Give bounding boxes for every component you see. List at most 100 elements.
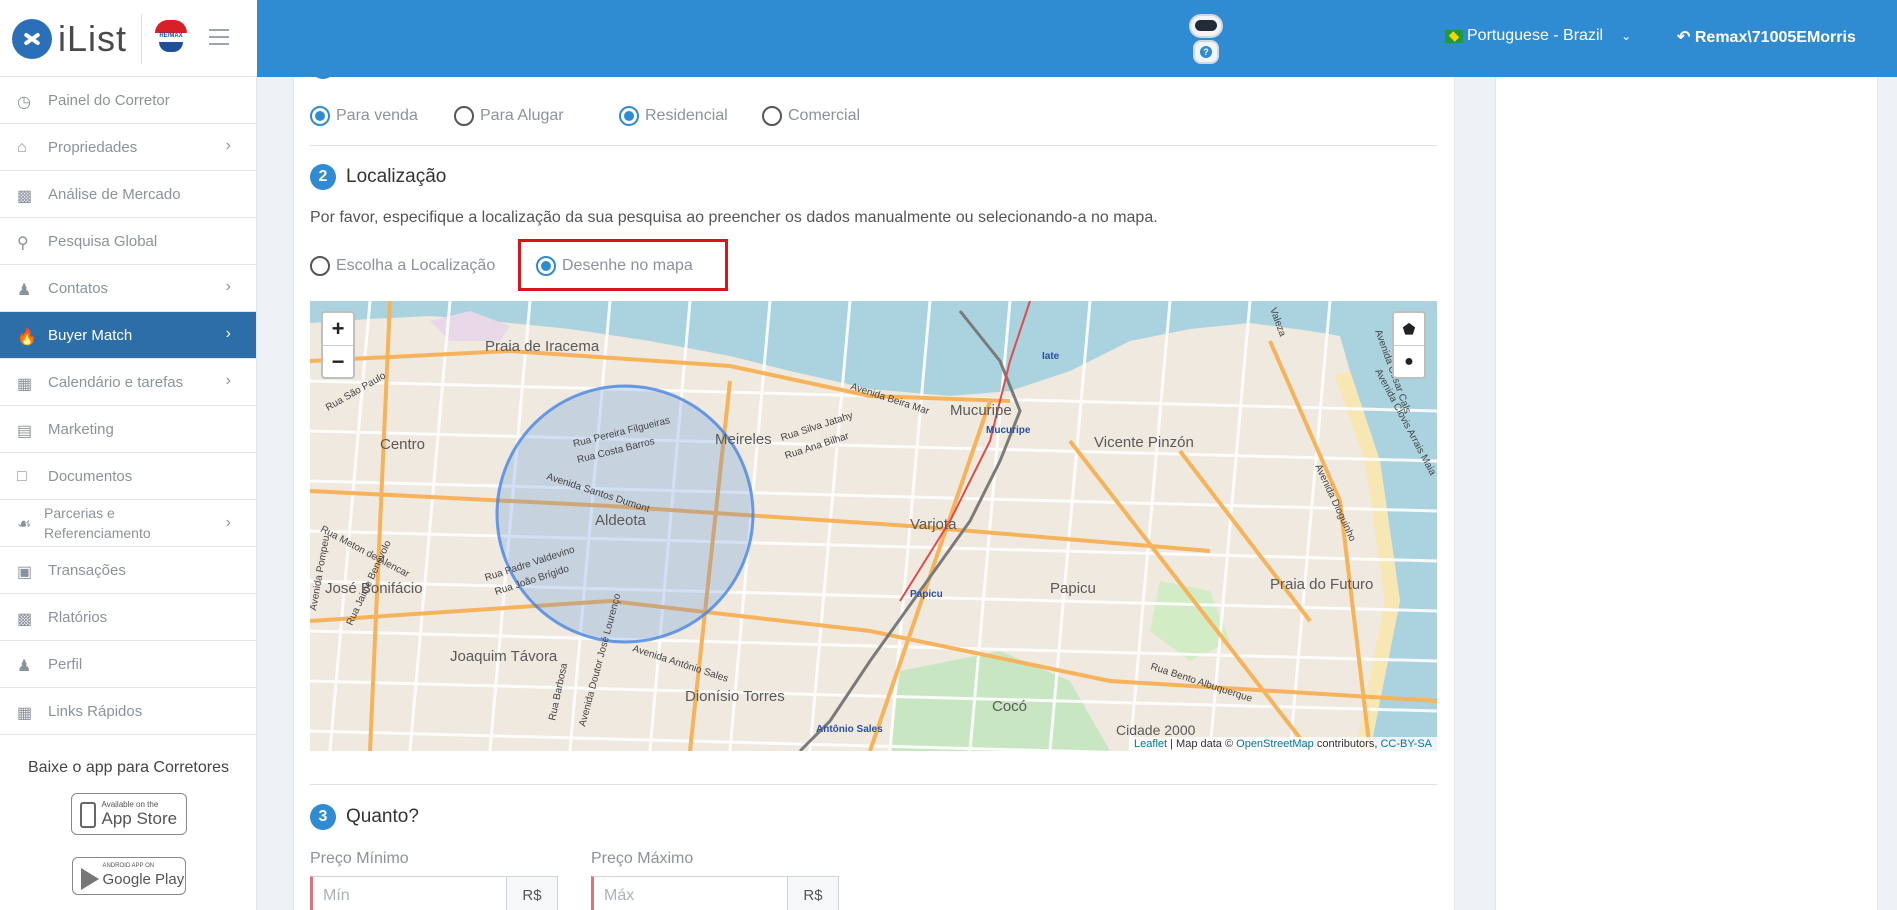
user-menu[interactable]: ↶ Remax\71005EMorris (1677, 27, 1856, 47)
ilist-logo-icon (12, 19, 52, 59)
sidebar-item-label: Rlatórios (48, 608, 108, 626)
chevron-right-icon: › (225, 278, 231, 295)
app-store-small-text: Available on the (101, 800, 159, 809)
leaflet-link[interactable]: Leaflet (1134, 738, 1167, 750)
map-label: Varjota (910, 516, 957, 533)
sidebar-item-documentos[interactable]: □ Documentos (0, 453, 256, 500)
max-price-input[interactable]: Máx (591, 876, 788, 910)
top-bar: iList RE/MAX ? Portuguese - Brazil ⌄ ↶ R… (0, 0, 1897, 77)
brazil-flag-icon (1445, 29, 1463, 43)
sidebar-item-parcerias-e-referenciamento[interactable]: ☙ Parcerias e Referenciamento › (0, 500, 256, 547)
sidebar-item-label: Perfil (48, 655, 83, 673)
filter-option-residencial[interactable]: Residencial (619, 106, 728, 126)
radio-label: Para venda (336, 107, 418, 124)
sidebar-item-painel-do-corretor[interactable]: ◷ Painel do Corretor (0, 77, 256, 124)
map-label: Iate (1042, 351, 1060, 362)
map[interactable]: Praia de Iracema Centro Meireles Mucuripe Vi… (310, 301, 1437, 751)
logo-area: iList RE/MAX (0, 0, 257, 77)
map-attribution: Leaflet | Map data © OpenStreetMap contr… (1129, 737, 1437, 751)
filter-option-comercial[interactable]: Comercial (762, 106, 860, 126)
radio-label: Para Alugar (480, 107, 564, 124)
min-currency-addon: R$ (506, 876, 558, 910)
return-arrow-icon: ↶ (1677, 29, 1691, 46)
radio-label: Residencial (645, 107, 728, 124)
sidebar-item-propriedades[interactable]: ⌂ Propriedades › (0, 124, 256, 171)
osm-link[interactable]: OpenStreetMap (1236, 738, 1314, 750)
map-label: Praia do Futuro (1270, 576, 1373, 593)
map-label: Avenida Dioguinho (1312, 463, 1358, 544)
map-label: Praia de Iracema (485, 338, 600, 355)
draw-controls: ⬟ ● (1392, 311, 1426, 379)
google-play-badge[interactable]: ANDROID APP ON Google Play (71, 857, 186, 895)
book-icon: ▤ (17, 423, 33, 440)
dashboard-icon: ◷ (17, 94, 31, 111)
sidebar: ◷ Painel do Corretor ⌂ Propriedades › ▩ Anális… (0, 77, 257, 910)
assistant-robot-icon[interactable]: ? (1183, 10, 1229, 68)
bar-chart-icon: ▩ (17, 188, 33, 205)
map-label: Antônio Sales (816, 724, 883, 735)
sidebar-item-label: Contatos (48, 279, 109, 297)
min-price-input[interactable]: Mín (310, 876, 507, 910)
filter-option-para-alugar[interactable]: Para Alugar (454, 106, 564, 126)
sidebar-item-marketing[interactable]: ▤ Marketing (0, 406, 256, 453)
app-promo: Baixe o app para Corretores Available on… (0, 759, 257, 895)
app-promo-label: Baixe o app para Corretores (28, 759, 229, 776)
app-store-big-text: App Store (101, 809, 178, 828)
sidebar-item-buyer-match[interactable]: 🔥 Buyer Match › (0, 312, 256, 359)
sidebar-item-label: Calendário e tarefas (48, 373, 184, 391)
sidebar-item-an-lise-de-mercado[interactable]: ▩ Análise de Mercado (0, 171, 256, 218)
radio-button[interactable] (454, 106, 474, 126)
sidebar-item-contatos[interactable]: ♟ Contatos › (0, 265, 256, 312)
sidebar-item-pesquisa-global[interactable]: ⚲ Pesquisa Global (0, 218, 256, 265)
sidebar-item-links-r-pidos[interactable]: ▦ Links Rápidos (0, 688, 256, 735)
zoom-in-button[interactable]: + (323, 313, 353, 345)
remax-logo-text: RE/MAX (159, 33, 183, 39)
google-play-big-text: Google Play (102, 871, 185, 888)
language-selector[interactable]: Portuguese - Brazil ⌄ (1445, 27, 1631, 45)
radio-button[interactable] (310, 106, 330, 126)
sidebar-item-calend-rio-e-tarefas[interactable]: ▦ Calendário e tarefas › (0, 359, 256, 406)
max-price-label: Preço Máximo (591, 850, 694, 867)
location-mode-escolha-a-localiza-o[interactable]: Escolha a Localização (310, 256, 495, 276)
map-tiles[interactable]: Praia de Iracema Centro Meireles Mucuripe Vi… (310, 301, 1437, 751)
calendar-icon: ▦ (17, 376, 33, 393)
app-store-badge[interactable]: Available on the App Store (70, 793, 187, 835)
step-number: 3 (310, 804, 336, 830)
sidebar-item-perfil[interactable]: ♟ Perfil (0, 641, 256, 688)
phone-icon (79, 802, 96, 828)
radio-button[interactable] (619, 106, 639, 126)
chevron-right-icon: › (225, 372, 231, 389)
highlight-box (518, 239, 728, 291)
radio-button[interactable] (762, 106, 782, 126)
map-label: Vicente Pinzón (1094, 434, 1194, 451)
sidebar-item-label: Pesquisa Global (48, 232, 158, 250)
chevron-down-icon: ⌄ (1621, 29, 1632, 43)
license-link[interactable]: CC-BY-SA (1380, 738, 1432, 750)
zoom-out-button[interactable]: − (323, 345, 353, 377)
draw-circle-icon[interactable]: ● (1394, 345, 1424, 377)
section-divider (310, 145, 1437, 146)
folder-icon: □ (17, 468, 27, 485)
sidebar-item-rlat-rios[interactable]: ▩ Rlatórios (0, 594, 256, 641)
filter-option-para-venda[interactable]: Para venda (310, 106, 418, 126)
google-play-small-text: ANDROID APP ON (102, 863, 155, 869)
sidebar-item-label: Links Rápidos (48, 702, 143, 720)
sidebar-item-label: Painel do Corretor (48, 91, 170, 109)
location-step-header: 2 Localização (310, 164, 446, 190)
sidebar-item-label: Propriedades (48, 138, 138, 156)
map-label: Avenida Pompeu (310, 535, 332, 612)
sidebar-item-transa-es[interactable]: ▣ Transações (0, 547, 256, 594)
map-label: Cocó (992, 698, 1027, 715)
menu-toggle-icon[interactable] (209, 29, 229, 45)
draw-polygon-icon[interactable]: ⬟ (1394, 313, 1424, 345)
radio-label: Comercial (788, 107, 861, 124)
ilist-logo-text: iList (58, 18, 128, 59)
location-title: Localização (346, 166, 447, 187)
map-label: Mucuripe (950, 402, 1012, 419)
user-icon: ♟ (17, 658, 32, 675)
map-label: Dionísio Torres (685, 688, 785, 705)
section-divider (310, 784, 1437, 785)
bar-chart-icon: ▩ (17, 611, 33, 628)
radio-button[interactable] (310, 256, 330, 276)
logo-divider (141, 14, 142, 64)
